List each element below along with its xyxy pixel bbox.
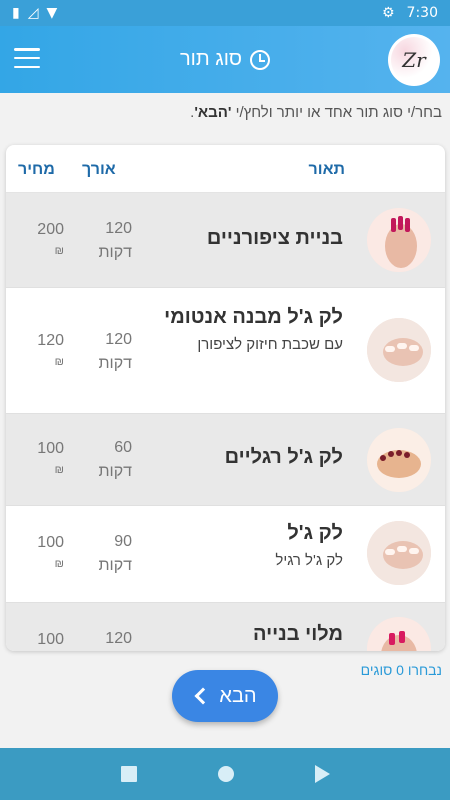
home-icon[interactable] (217, 766, 234, 782)
no-sim-icon: ◿ (27, 5, 39, 21)
service-length: 90 דקות (98, 533, 132, 574)
service-length: 120 דקות (98, 331, 132, 372)
recents-icon[interactable] (120, 766, 137, 782)
table-row[interactable]: לק ג'ל מבנה אנטומי עם שכבת חיזוק לציפורן… (6, 288, 445, 414)
service-price: 100 (37, 631, 64, 648)
wifi-icon: ▼ (46, 5, 58, 21)
service-thumbnail (367, 428, 431, 492)
service-price: 200 ₪ (37, 221, 64, 257)
service-thumbnail (367, 208, 431, 272)
appointment-types-table: תאור אורך מחיר בניית ציפורניים 120 דקות 2… (6, 145, 445, 651)
settings-icon: ⚙ (381, 5, 395, 21)
table-row[interactable]: בניית ציפורניים 120 דקות 200 ₪ (6, 193, 445, 288)
service-subtitle: עם שכבת חיזוק לציפורן (197, 336, 343, 353)
service-name: לק ג'ל (287, 522, 343, 544)
app-bar: סוג תור Zr (0, 26, 450, 93)
table-row[interactable]: מלוי בנייה 120 100 (6, 603, 445, 651)
service-name: מלוי בנייה (253, 623, 343, 645)
service-price: 100 ₪ (37, 440, 64, 476)
status-time: 7:30 (406, 5, 438, 21)
page-title: סוג תור (179, 48, 243, 70)
service-length: 120 דקות (98, 220, 132, 261)
service-name: לק ג'ל רגליים (224, 446, 343, 468)
header-description: תאור (308, 161, 345, 178)
battery-icon: ▮ (12, 5, 20, 21)
service-thumbnail (367, 617, 431, 651)
service-price: 120 ₪ (37, 332, 64, 368)
service-name: בניית ציפורניים (206, 227, 343, 249)
table-row[interactable]: לק ג'ל לק ג'ל רגיל 90 דקות 100 ₪ (6, 506, 445, 603)
system-nav-bar (0, 748, 450, 800)
selected-count: נבחרו 0 סוגים (360, 662, 442, 678)
header-price: מחיר (18, 161, 55, 178)
service-thumbnail (367, 521, 431, 585)
next-button-label: הבא (219, 684, 257, 707)
header-length: אורך (82, 161, 116, 178)
table-row[interactable]: לק ג'ל רגליים 60 דקות 100 ₪ (6, 414, 445, 506)
back-icon[interactable] (314, 765, 330, 783)
instruction-text: בחר/י סוג תור אחד או יותר ולחץ/י 'הבא'. (190, 104, 442, 121)
table-header: תאור אורך מחיר (6, 145, 445, 193)
brand-logo[interactable]: Zr (388, 34, 440, 86)
logo-text: Zr (391, 37, 437, 83)
next-button[interactable]: הבא (172, 670, 278, 722)
clock-icon (250, 49, 271, 70)
service-name: לק ג'ל מבנה אנטומי (164, 306, 343, 328)
service-thumbnail (367, 318, 431, 382)
service-subtitle: לק ג'ל רגיל (275, 552, 343, 569)
service-length: 120 (105, 630, 132, 647)
service-length: 60 דקות (98, 439, 132, 480)
status-bar: ▮ ◿ ▼ ⚙ 7:30 (0, 0, 450, 26)
chevron-left-icon (194, 687, 212, 705)
service-price: 100 ₪ (37, 534, 64, 570)
instruction-emphasis: 'הבא' (194, 104, 232, 121)
table-rows: בניית ציפורניים 120 דקות 200 ₪ לק ג'ל מבנה… (6, 193, 445, 651)
